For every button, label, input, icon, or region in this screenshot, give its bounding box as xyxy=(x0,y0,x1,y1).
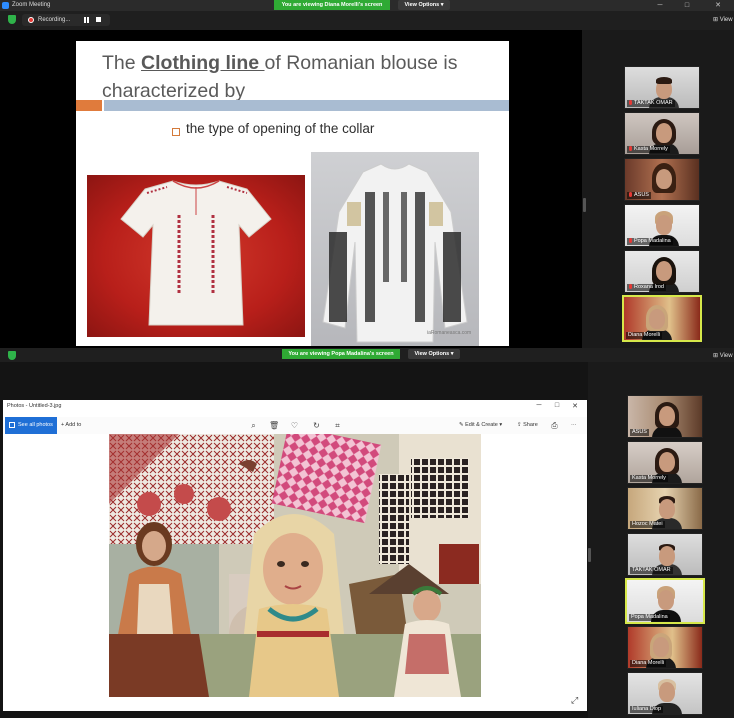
collage-illustration xyxy=(109,434,481,697)
share-banner-bottom: You are viewing Popa Madalina's screen xyxy=(282,349,400,359)
rotate-icon[interactable]: ↻ xyxy=(312,421,321,430)
embroidered-blouse-illustration xyxy=(322,163,468,343)
participant-tile[interactable]: ASUS xyxy=(624,158,700,201)
participant-name: Kasta Morrely xyxy=(627,146,670,153)
bullet-square-icon xyxy=(172,128,180,136)
add-to-button[interactable]: + Add to xyxy=(61,417,81,434)
white-blouse-illustration xyxy=(120,180,272,326)
blouse-photo-red-background xyxy=(87,175,305,337)
crop-icon[interactable]: ⌗ xyxy=(333,421,342,430)
muted-mic-icon xyxy=(629,238,632,243)
screen: Zoom Meeting ─ □ ✕ You are viewing Diana… xyxy=(0,0,734,718)
participant-tile[interactable]: Iuliana Diop xyxy=(627,672,703,715)
grid-icon: ⊞ xyxy=(713,353,719,359)
share-banner-top: You are viewing Diana Morelli's screen xyxy=(274,0,390,10)
record-dot-icon xyxy=(28,17,34,23)
slide-title-highlight: Clothing line xyxy=(141,52,265,74)
app-title: Zoom Meeting xyxy=(12,2,51,8)
participant-tile-active[interactable]: Popa Madalina xyxy=(625,578,705,624)
participant-tile-active[interactable]: Diana Morelli xyxy=(622,295,702,342)
security-shield-icon[interactable] xyxy=(8,15,16,24)
participant-tile[interactable]: TAKTAK OMAR xyxy=(624,66,700,109)
participant-tile[interactable]: Kasta Morrely xyxy=(627,441,703,484)
participant-name: Roxana Irod xyxy=(627,284,666,291)
view-options-button-top[interactable]: View Options ▾ xyxy=(398,0,450,10)
see-all-photos-button[interactable]: See all photos xyxy=(5,417,57,434)
participant-name: Kasta Morrely xyxy=(630,475,668,482)
participant-name: ASUS xyxy=(630,429,649,436)
photos-window-title: Photos - Untitled-3.jpg xyxy=(7,403,62,409)
minimize-button[interactable]: ─ xyxy=(648,0,672,11)
close-button[interactable]: ✕ xyxy=(706,0,730,11)
photos-close-button[interactable]: ✕ xyxy=(567,402,583,410)
blouse-photo-grey-background: iaRomaneasca.com xyxy=(311,152,479,346)
meeting-bar-top xyxy=(0,11,734,30)
participant-name: Iuliana Diop xyxy=(630,706,664,713)
participant-name: Diana Morelli xyxy=(626,332,663,339)
participant-name: ASUS xyxy=(627,192,651,199)
view-label-bottom: View xyxy=(719,353,733,359)
photo-watermark: iaRomaneasca.com xyxy=(427,330,472,336)
favorite-heart-icon[interactable]: ♡ xyxy=(290,421,299,430)
photos-app-window: Photos - Untitled-3.jpg ─ □ ✕ See all ph… xyxy=(3,400,587,711)
participant-tile[interactable]: Roxana Irod xyxy=(624,250,700,293)
delete-icon[interactable]: 🗑 xyxy=(269,421,279,430)
participant-name: Popa Madalina xyxy=(627,238,673,245)
participant-name: TAKTAK OMAR xyxy=(630,567,673,574)
presentation-slide: The Clothing line of Romanian blouse is … xyxy=(76,41,509,346)
muted-mic-icon xyxy=(629,192,632,197)
view-label-top: View xyxy=(719,17,733,23)
view-menu-top[interactable]: ⊞ View xyxy=(713,16,733,23)
participant-name: Hozoc Matei xyxy=(630,521,665,528)
participant-tile[interactable]: Kasta Morrely xyxy=(624,112,700,155)
accent-bar-orange xyxy=(76,100,102,111)
view-options-button-bottom[interactable]: View Options ▾ xyxy=(408,349,460,359)
participant-tile[interactable]: Diana Morelli xyxy=(627,626,703,669)
participant-name: TAKTAK OMAR xyxy=(627,100,675,107)
photos-toolbar: See all photos + Add to ⌕ 🗑 ♡ ↻ ⌗ ✎ Edit… xyxy=(3,417,587,434)
splitter-handle-top[interactable] xyxy=(583,198,586,212)
participant-tile[interactable]: Hozoc Matei xyxy=(627,487,703,530)
romanian-costume-collage xyxy=(109,434,481,697)
recording-label: Recording... xyxy=(38,17,71,23)
girl-center xyxy=(244,514,344,697)
share-button[interactable]: ⇪ Share xyxy=(517,417,538,434)
slide-bullet: the type of opening of the collar xyxy=(186,121,375,136)
see-all-label: See all photos xyxy=(18,422,53,428)
participant-tile[interactable]: Popa Madalina xyxy=(624,204,700,247)
participant-tile[interactable]: TAKTAK OMAR xyxy=(627,533,703,576)
gallery-icon xyxy=(9,422,15,428)
splitter-handle-bottom[interactable] xyxy=(588,548,591,562)
fullscreen-expand-icon[interactable]: ⤢ xyxy=(571,695,578,706)
muted-mic-icon xyxy=(629,284,632,289)
photos-maximize-button[interactable]: □ xyxy=(549,402,565,409)
participant-tile[interactable]: ASUS xyxy=(627,395,703,438)
view-menu-bottom[interactable]: ⊞ View xyxy=(713,352,733,359)
pause-recording-button[interactable] xyxy=(84,17,90,23)
edit-create-button[interactable]: ✎ Edit & Create ▾ xyxy=(459,417,502,434)
print-icon[interactable]: ⎙ xyxy=(550,421,559,430)
slide-title-prefix: The xyxy=(102,52,142,74)
grid-icon: ⊞ xyxy=(713,17,719,23)
recording-indicator: Recording... xyxy=(22,14,110,26)
muted-mic-icon xyxy=(629,146,632,151)
participant-name: Popa Madalina xyxy=(629,614,670,621)
zoom-icon[interactable]: ⌕ xyxy=(249,421,258,430)
zoom-logo-icon xyxy=(2,2,9,9)
slide-title: The Clothing line of Romanian blouse is … xyxy=(102,49,502,105)
maximize-button[interactable]: □ xyxy=(675,0,699,11)
participant-name: Diana Morelli xyxy=(630,660,667,667)
muted-mic-icon xyxy=(629,100,632,105)
security-shield-icon[interactable] xyxy=(8,351,16,360)
stop-recording-button[interactable] xyxy=(96,17,101,22)
accent-bar-blue xyxy=(104,100,509,111)
photos-minimize-button[interactable]: ─ xyxy=(531,402,547,409)
more-options-button[interactable]: ··· xyxy=(571,417,577,434)
